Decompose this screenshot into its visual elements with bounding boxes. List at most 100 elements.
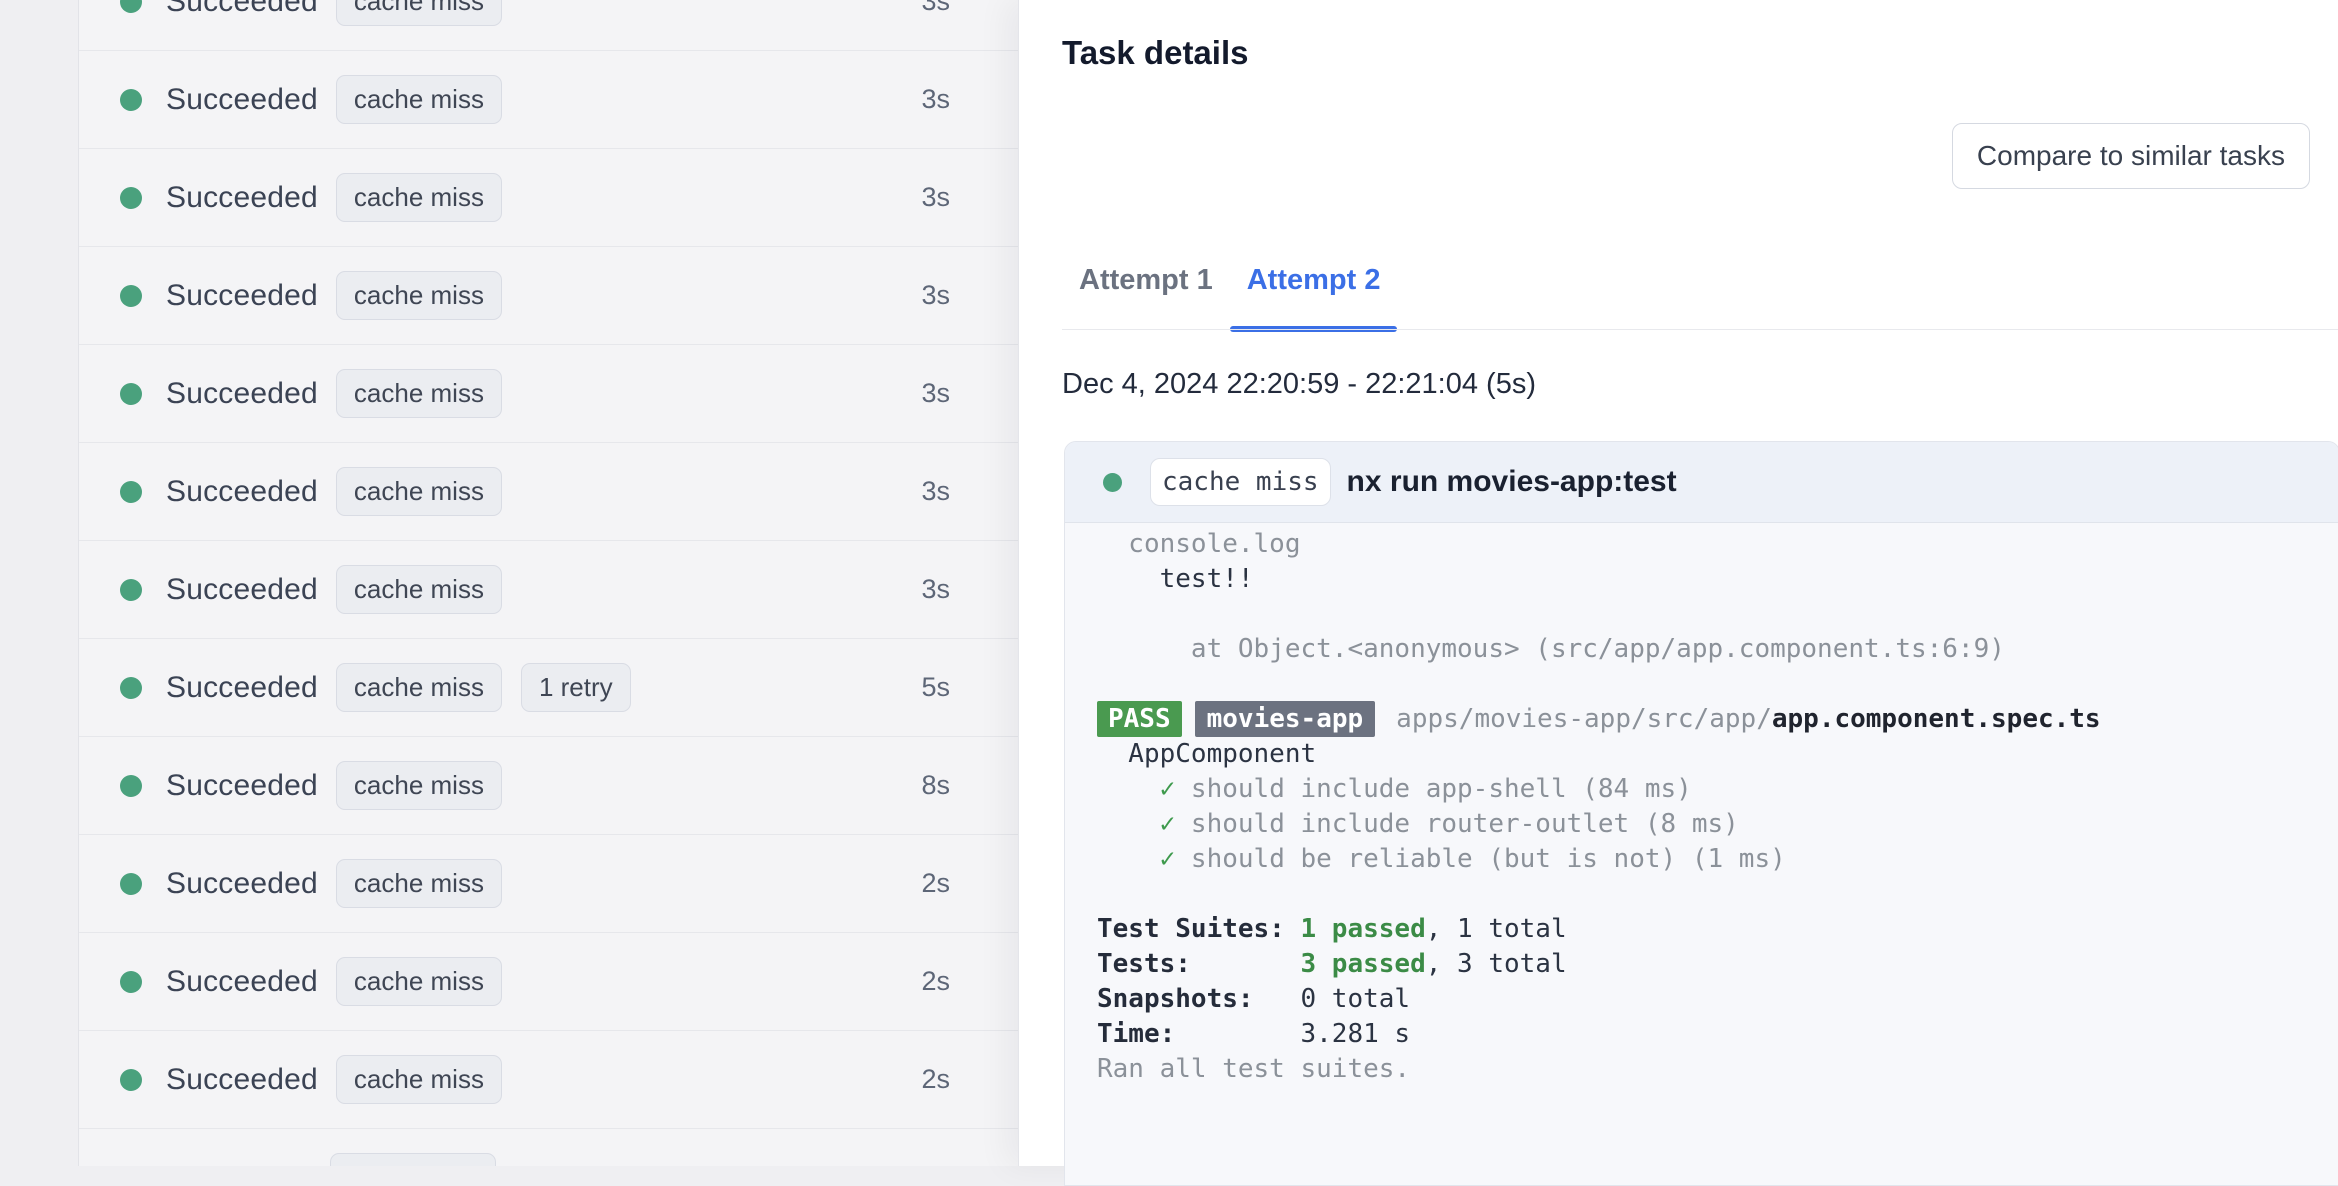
task-duration: 8s xyxy=(921,770,950,800)
cache-status-badge: cache miss xyxy=(335,859,502,908)
task-row[interactable]: Succeeded cache miss 1 retry 5s xyxy=(79,639,1018,737)
terminal-segment: ✓ xyxy=(1097,809,1191,839)
task-status: Succeeded xyxy=(166,376,318,410)
task-command: nx run movies-app:test xyxy=(1346,465,1677,498)
terminal-line: at Object.<anonymous> (src/app/app.compo… xyxy=(1097,632,2338,667)
task-duration: 5s xyxy=(921,672,950,702)
pass-badge: PASS xyxy=(1097,701,1182,737)
status-dot-icon xyxy=(120,186,142,209)
status-dot-icon xyxy=(120,382,142,405)
terminal-segment: Time: xyxy=(1097,1019,1301,1049)
terminal-line: console.log xyxy=(1097,527,2338,562)
terminal-segment: Ran all test suites. xyxy=(1097,1054,1411,1084)
terminal-segment: Tests: xyxy=(1097,949,1301,979)
task-duration: 3s xyxy=(921,0,950,16)
task-row[interactable]: Succeeded cache miss 3s xyxy=(79,443,1018,541)
terminal-segment: should be reliable (but is not) (1 ms) xyxy=(1190,844,1786,874)
cache-status-badge: cache miss xyxy=(335,75,502,124)
task-duration: 2s xyxy=(921,868,950,898)
cache-status-badge: cache miss xyxy=(335,467,502,516)
task-output-header: cache miss nx run movies-app:test xyxy=(1065,442,2338,523)
task-status: Succeeded xyxy=(166,180,318,214)
task-status: Succeeded xyxy=(166,278,318,312)
compare-to-similar-tasks-button[interactable]: Compare to similar tasks xyxy=(1951,123,2310,189)
cache-status-badge: cache miss xyxy=(335,271,502,320)
attempt-date-range: Dec 4, 2024 22:20:59 - 22:21:04 (5s) xyxy=(1062,368,1536,400)
task-row[interactable]: Succeeded cache miss 3s xyxy=(79,247,1018,345)
cache-status-badge: cache miss xyxy=(335,663,502,712)
terminal-segment: 0 total xyxy=(1300,984,1411,1014)
task-duration: 3s xyxy=(921,476,950,506)
terminal-line: Snapshots: 0 total xyxy=(1097,982,2338,1017)
task-output-card: cache miss nx run movies-app:test consol… xyxy=(1064,441,2338,1186)
terminal-segment: test!! xyxy=(1097,564,1254,594)
task-status: Succeeded xyxy=(166,964,318,998)
task-row[interactable]: Succeeded cache miss 2s xyxy=(79,933,1018,1031)
tabs-divider xyxy=(1062,329,2338,330)
task-status: Succeeded xyxy=(166,866,318,900)
page-title: Task details xyxy=(1062,34,1249,71)
terminal-segment: ✓ xyxy=(1097,774,1191,804)
task-status: Succeeded xyxy=(166,670,318,704)
task-status: Succeeded xyxy=(166,572,318,606)
retry-badge: 1 retry xyxy=(520,663,631,712)
status-dot-icon xyxy=(1103,472,1122,492)
terminal-line: PASS movies-app apps/movies-app/src/app/ap… xyxy=(1097,701,2338,737)
terminal-line: Test Suites: 1 passed, 1 total xyxy=(1097,912,2338,947)
project-badge: movies-app xyxy=(1194,701,1376,737)
terminal-line: Tests: 3 passed, 3 total xyxy=(1097,947,2338,982)
cache-status-badge: cache miss xyxy=(335,957,502,1006)
status-dot-icon xyxy=(120,1068,142,1091)
terminal-segment: , 3 total xyxy=(1425,949,1567,979)
task-duration: 3s xyxy=(921,280,950,310)
tab-attempt-1[interactable]: Attempt 1 xyxy=(1062,262,1230,332)
task-duration: 3s xyxy=(921,84,950,114)
status-dot-icon xyxy=(120,0,142,13)
status-dot-icon xyxy=(120,578,142,601)
status-dot-icon xyxy=(120,872,142,895)
cache-status-badge: cache miss xyxy=(335,0,502,26)
task-row[interactable]: Succeeded cache miss 8s xyxy=(79,737,1018,835)
task-row[interactable]: cache miss xyxy=(79,1129,1018,1166)
task-row[interactable]: Succeeded cache miss 2s xyxy=(79,1031,1018,1129)
task-row[interactable]: Succeeded cache miss 3s xyxy=(79,51,1018,149)
tab-attempt-2[interactable]: Attempt 2 xyxy=(1229,262,1398,332)
terminal-output: console.log test!! at Object.<anonymous>… xyxy=(1065,523,2338,1087)
cache-status-badge: cache miss xyxy=(1150,458,1331,506)
terminal-segment: 3.281 s xyxy=(1300,1019,1411,1049)
terminal-segment: should include router-outlet (8 ms) xyxy=(1190,809,1739,839)
terminal-line: ✓ should include app-shell (84 ms) xyxy=(1097,772,2338,807)
task-row[interactable]: Succeeded cache miss 3s xyxy=(79,149,1018,247)
task-row[interactable]: Succeeded cache miss 2s xyxy=(79,835,1018,933)
attempt-tabs: Attempt 1 Attempt 2 xyxy=(1062,262,1398,332)
terminal-line: AppComponent xyxy=(1097,737,2338,772)
cache-status-badge: cache miss xyxy=(335,761,502,810)
terminal-segment: at Object.<anonymous> (src/app/app.compo… xyxy=(1097,634,2005,664)
terminal-line: Ran all test suites. xyxy=(1097,1052,2338,1087)
terminal-segment: should include app-shell (84 ms) xyxy=(1190,774,1692,804)
status-dot-icon xyxy=(120,284,142,307)
task-row[interactable]: Succeeded cache miss 3s xyxy=(79,345,1018,443)
task-duration: 3s xyxy=(921,574,950,604)
terminal-segment: Test Suites: xyxy=(1097,914,1301,944)
terminal-segment: 1 passed xyxy=(1300,914,1426,944)
status-dot-icon xyxy=(120,480,142,503)
cache-status-badge: cache miss xyxy=(330,1153,497,1166)
task-status: Succeeded xyxy=(166,0,318,18)
terminal-segment: 3 passed xyxy=(1300,949,1426,979)
status-dot-icon xyxy=(120,970,142,993)
task-row[interactable]: Succeeded cache miss 3s xyxy=(79,541,1018,639)
terminal-segment: Snapshots: xyxy=(1097,984,1301,1014)
task-status: Succeeded xyxy=(166,82,318,116)
task-duration: 2s xyxy=(921,1064,950,1094)
terminal-segment: app.component.spec.ts xyxy=(1771,704,2101,734)
left-gutter xyxy=(0,0,79,1166)
terminal-segment: AppComponent xyxy=(1097,739,1317,769)
task-duration: 2s xyxy=(921,966,950,996)
terminal-segment: , 1 total xyxy=(1425,914,1567,944)
task-row[interactable]: Succeeded cache miss 3s xyxy=(79,0,1018,51)
task-list-rows: Succeeded cache miss 3s Succeeded cache miss… xyxy=(79,0,1018,1166)
cache-status-badge: cache miss xyxy=(335,173,502,222)
